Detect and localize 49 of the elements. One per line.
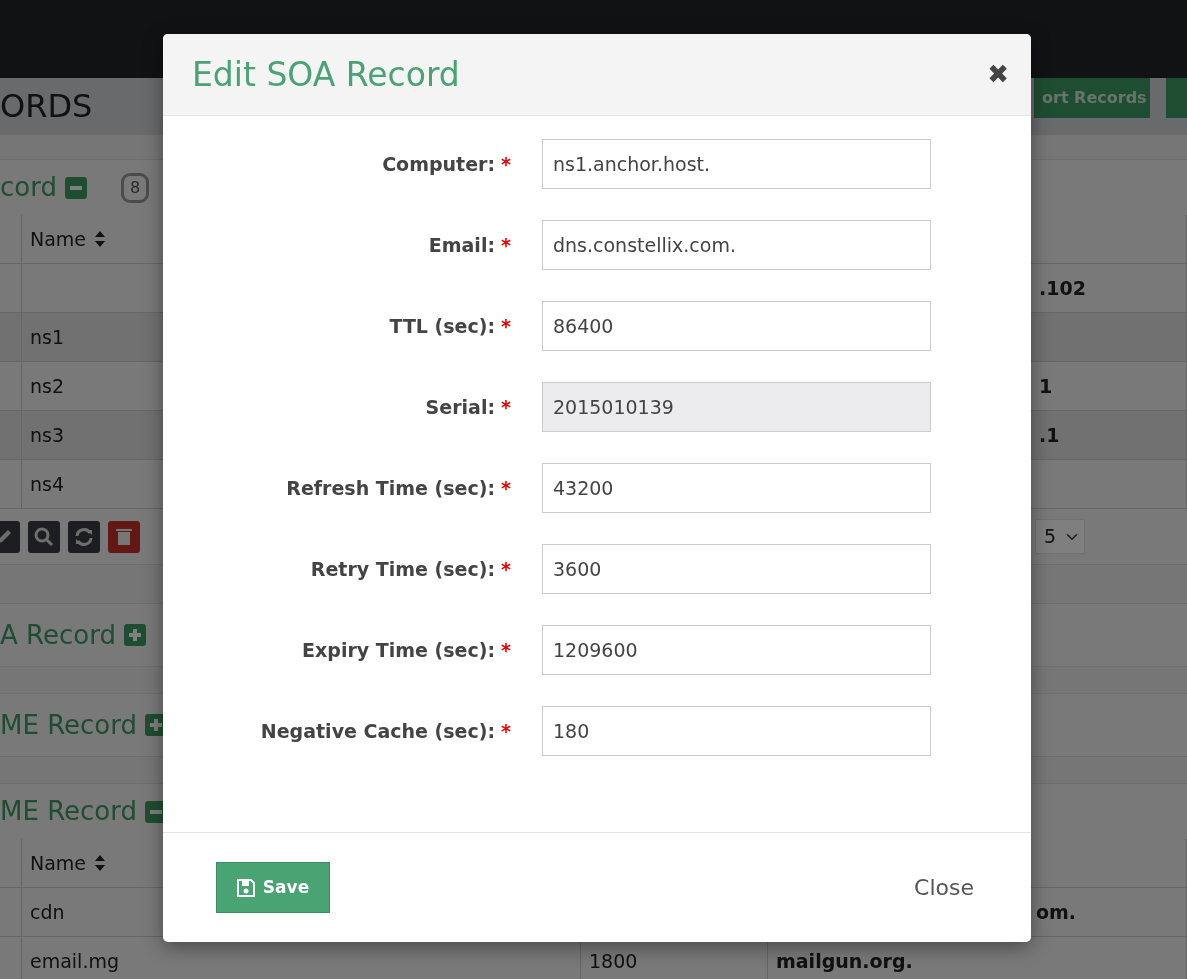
table-cell-text: om. [1036, 899, 1077, 925]
page-size-select[interactable]: 5 [1035, 519, 1085, 554]
table-cell-text: .102 [1039, 275, 1086, 301]
required-mark: * [500, 232, 512, 258]
table-cell-text: ns3 [30, 422, 65, 448]
field-label: Computer: [381, 151, 495, 177]
input-field[interactable]: ns1.anchor.host. [542, 139, 931, 189]
required-mark: * [500, 151, 512, 177]
table-cell-text: 1800 [589, 948, 638, 974]
table-cell-text: cdn [30, 899, 65, 925]
modal-title: Edit SOA Record [192, 54, 460, 95]
count-badge: 8 [120, 172, 150, 203]
field-label: Negative Cache (sec): [259, 718, 495, 744]
column-header[interactable]: Name [30, 224, 87, 254]
table-cell-text: .1 [1039, 422, 1060, 448]
table-cell-text: email.mg [30, 948, 119, 974]
input-field[interactable]: 3600 [542, 544, 931, 594]
required-mark: * [500, 718, 512, 744]
field-label: Expiry Time (sec): [301, 637, 495, 663]
input-field[interactable]: dns.constellix.com. [542, 220, 931, 270]
trash-icon[interactable] [108, 520, 140, 553]
required-mark: * [500, 475, 512, 501]
required-mark: * [500, 556, 512, 582]
table-cell-text: mailgun.org. [776, 948, 913, 974]
field-label: Retry Time (sec): [309, 556, 495, 582]
sort-icon[interactable] [94, 230, 107, 248]
input-field[interactable]: 86400 [542, 301, 931, 351]
close-button[interactable]: ✖ [987, 55, 1009, 94]
input-field[interactable]: 43200 [542, 463, 931, 513]
field-label: Email: [427, 232, 495, 258]
column-header[interactable]: Name [30, 848, 87, 878]
floppy-icon [236, 878, 255, 897]
required-mark: * [500, 313, 512, 339]
table-cell-text: ns2 [30, 373, 65, 399]
input-field[interactable]: 1209600 [542, 625, 931, 675]
field-label: Refresh Time (sec): [285, 475, 495, 501]
search-icon[interactable] [28, 520, 60, 553]
refresh-icon[interactable] [68, 520, 100, 553]
table-cell-text: ns1 [30, 324, 65, 350]
table-cell-text: 1 [1039, 373, 1053, 399]
required-mark: * [500, 394, 512, 420]
input-field[interactable]: 180 [542, 706, 931, 756]
close-button[interactable]: Close [914, 871, 974, 904]
field-label: Serial: [424, 394, 495, 420]
required-mark: * [500, 637, 512, 663]
table-cell-text: ns4 [30, 471, 65, 497]
page-heading: ORDS [0, 87, 93, 126]
sort-icon[interactable] [94, 854, 107, 872]
field-label: TTL (sec): [388, 313, 495, 339]
